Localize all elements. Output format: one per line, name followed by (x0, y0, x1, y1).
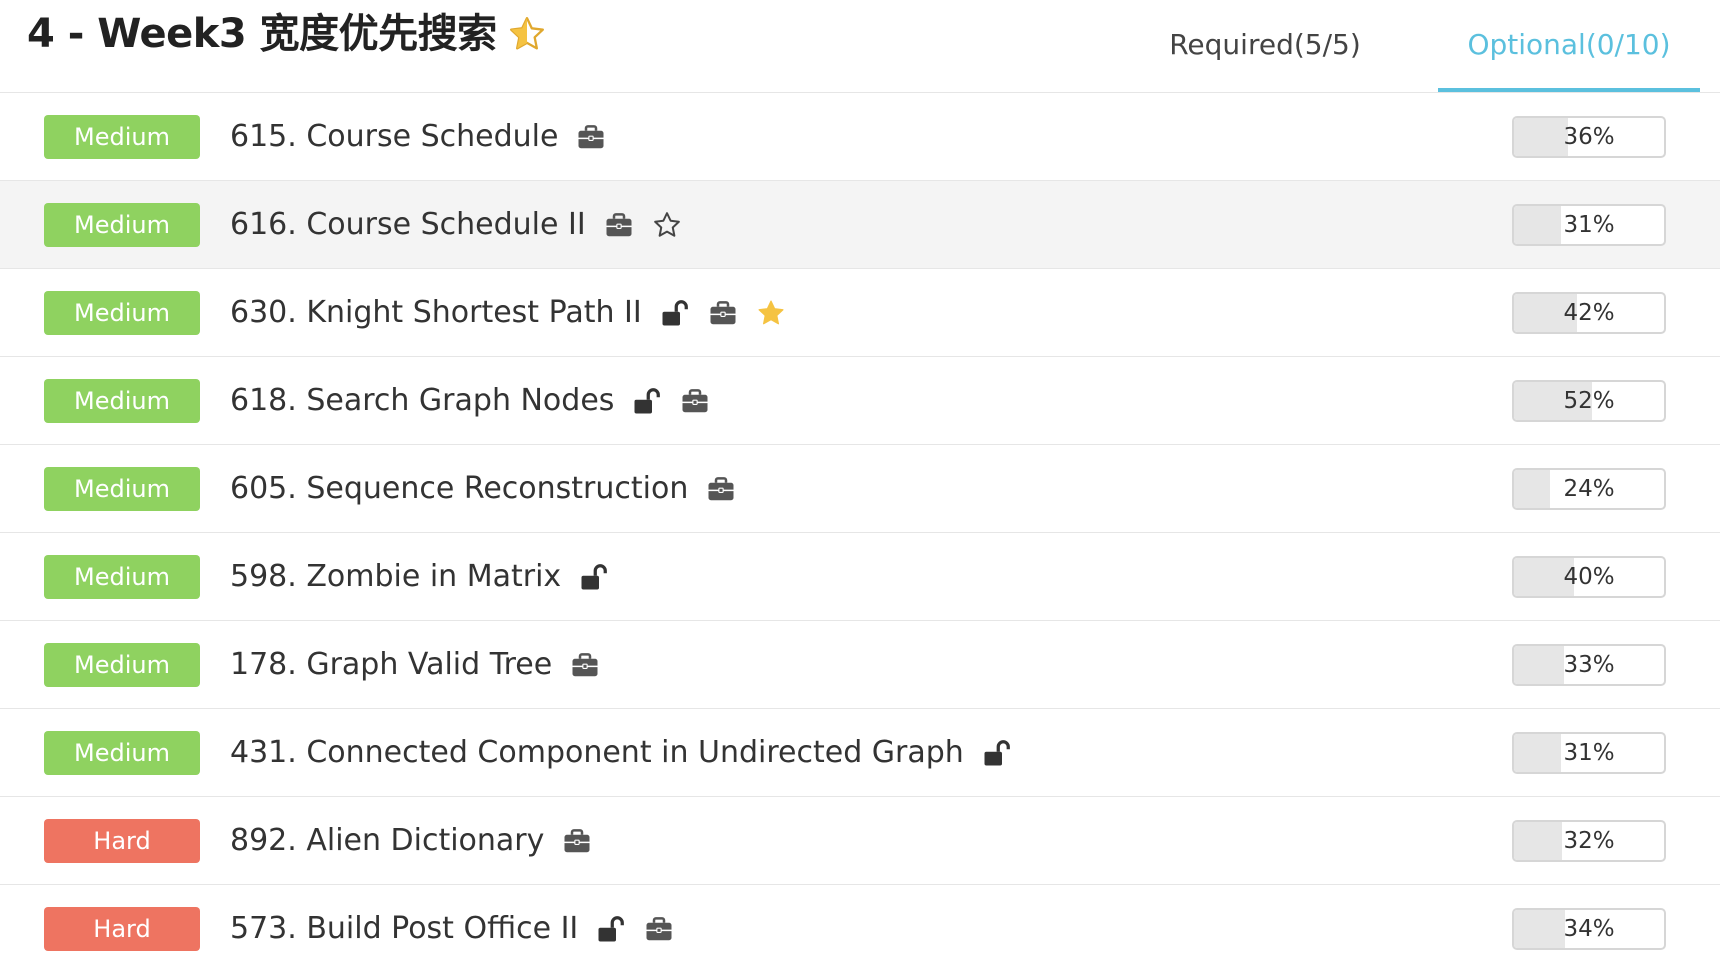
problem-info: 618. Search Graph Nodes (230, 357, 710, 444)
difficulty-badge: Medium (44, 290, 200, 335)
acceptance-rate-text: 31% (1563, 739, 1615, 766)
acceptance-rate-text: 33% (1563, 651, 1615, 678)
acceptance-rate-text: 31% (1563, 211, 1615, 238)
unlock-icon (596, 914, 626, 944)
briefcase-icon (570, 650, 600, 680)
problem-row[interactable]: Medium 431. Connected Component in Undire… (0, 709, 1720, 797)
problem-info: 598. Zombie in Matrix (230, 533, 609, 620)
header: 4 - Week3 宽度优先搜索 Required(5/5) Optional(… (0, 0, 1720, 93)
difficulty-badge: Hard (44, 906, 200, 951)
acceptance-rate-bar: 32% (1512, 819, 1666, 862)
briefcase-icon (706, 474, 736, 504)
acceptance-rate-bar: 34% (1512, 907, 1666, 950)
acceptance-rate-bar: 31% (1512, 203, 1666, 246)
problem-row[interactable]: Medium 618. Search Graph Nodes 52% (0, 357, 1720, 445)
problem-info: 892. Alien Dictionary (230, 797, 592, 884)
difficulty-badge: Medium (44, 642, 200, 687)
problem-title-link[interactable]: 573. Build Post Office II (230, 911, 578, 946)
difficulty-badge: Medium (44, 554, 200, 599)
acceptance-rate-bar: 24% (1512, 467, 1666, 510)
problem-title-link[interactable]: 605. Sequence Reconstruction (230, 471, 688, 506)
difficulty-badge: Medium (44, 378, 200, 423)
difficulty-badge: Medium (44, 114, 200, 159)
problem-info: 615. Course Schedule (230, 93, 606, 180)
problem-list: Medium 615. Course Schedule 36% Medium 616. … (0, 93, 1720, 970)
acceptance-rate-bar: 33% (1512, 643, 1666, 686)
problem-row[interactable]: Hard 892. Alien Dictionary 32% (0, 797, 1720, 885)
unlock-icon (982, 738, 1012, 768)
difficulty-badge: Medium (44, 202, 200, 247)
acceptance-rate-bar: 40% (1512, 555, 1666, 598)
difficulty-badge: Medium (44, 730, 200, 775)
star-filled-icon[interactable] (756, 298, 786, 328)
acceptance-rate-text: 40% (1563, 563, 1615, 590)
problem-title-link[interactable]: 618. Search Graph Nodes (230, 383, 614, 418)
briefcase-icon (562, 826, 592, 856)
briefcase-icon (708, 298, 738, 328)
problem-info: 616. Course Schedule II (230, 181, 682, 268)
problem-info: 573. Build Post Office II (230, 885, 674, 970)
problem-row[interactable]: Medium 616. Course Schedule II 31% (0, 181, 1720, 269)
unlock-icon (579, 562, 609, 592)
unlock-icon (660, 298, 690, 328)
acceptance-rate-text: 42% (1563, 299, 1615, 326)
briefcase-icon (576, 122, 606, 152)
tabs: Required(5/5) Optional(0/10) (1142, 0, 1700, 92)
problem-title-link[interactable]: 892. Alien Dictionary (230, 823, 544, 858)
star-half-icon[interactable] (507, 14, 547, 54)
acceptance-rate-text: 24% (1563, 475, 1615, 502)
acceptance-rate-text: 34% (1563, 915, 1615, 942)
problem-row[interactable]: Hard 573. Build Post Office II 34% (0, 885, 1720, 970)
briefcase-icon (604, 210, 634, 240)
problem-info: 630. Knight Shortest Path II (230, 269, 786, 356)
briefcase-icon (644, 914, 674, 944)
unlock-icon (632, 386, 662, 416)
problem-title-link[interactable]: 616. Course Schedule II (230, 207, 586, 242)
acceptance-rate-bar: 31% (1512, 731, 1666, 774)
problem-row[interactable]: Medium 598. Zombie in Matrix 40% (0, 533, 1720, 621)
difficulty-badge: Medium (44, 466, 200, 511)
problem-info: 605. Sequence Reconstruction (230, 445, 736, 532)
problem-title-link[interactable]: 615. Course Schedule (230, 119, 558, 154)
problem-info: 431. Connected Component in Undirected G… (230, 709, 1012, 796)
problem-title-link[interactable]: 431. Connected Component in Undirected G… (230, 735, 964, 770)
tab-required[interactable]: Required(5/5) (1142, 0, 1388, 92)
problem-row[interactable]: Medium 630. Knight Shortest Path II 42% (0, 269, 1720, 357)
difficulty-badge: Hard (44, 818, 200, 863)
problem-row[interactable]: Medium 178. Graph Valid Tree 33% (0, 621, 1720, 709)
problem-row[interactable]: Medium 615. Course Schedule 36% (0, 93, 1720, 181)
problem-title-link[interactable]: 630. Knight Shortest Path II (230, 295, 642, 330)
problem-title-link[interactable]: 178. Graph Valid Tree (230, 647, 552, 682)
acceptance-rate-bar: 36% (1512, 115, 1666, 158)
page: 4 - Week3 宽度优先搜索 Required(5/5) Optional(… (0, 0, 1720, 970)
star-outline-icon[interactable] (652, 210, 682, 240)
acceptance-rate-text: 52% (1563, 387, 1615, 414)
acceptance-rate-text: 36% (1563, 123, 1615, 150)
briefcase-icon (680, 386, 710, 416)
week-title: 4 - Week3 宽度优先搜索 (27, 8, 547, 60)
week-title-text: 4 - Week3 宽度优先搜索 (27, 11, 497, 57)
tab-optional[interactable]: Optional(0/10) (1438, 0, 1700, 92)
problem-info: 178. Graph Valid Tree (230, 621, 600, 708)
acceptance-rate-bar: 42% (1512, 291, 1666, 334)
acceptance-rate-text: 32% (1563, 827, 1615, 854)
problem-title-link[interactable]: 598. Zombie in Matrix (230, 559, 561, 594)
acceptance-rate-bar: 52% (1512, 379, 1666, 422)
problem-row[interactable]: Medium 605. Sequence Reconstruction 24% (0, 445, 1720, 533)
